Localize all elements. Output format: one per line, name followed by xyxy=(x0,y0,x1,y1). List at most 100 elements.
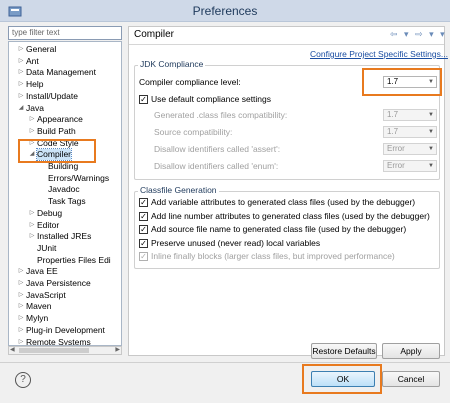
tree-item-label: Java EE xyxy=(26,266,58,277)
collapsed-icon[interactable]: ▷ xyxy=(17,56,25,67)
bottom-divider xyxy=(0,362,450,363)
jdk-setting-select[interactable]: 1.7 ▼ xyxy=(383,126,437,138)
tree-item-java-persistence[interactable]: ▷ Java Persistence xyxy=(19,278,91,289)
classfile-option-label: Preserve unused (never read) local varia… xyxy=(151,237,321,248)
scroll-thumb[interactable] xyxy=(19,348,89,353)
collapsed-icon[interactable]: ▷ xyxy=(17,266,25,277)
apply-button[interactable]: Apply xyxy=(382,343,440,359)
tree-item-label: Remote Systems xyxy=(26,336,91,346)
classfile-option-checkbox[interactable]: ✓ xyxy=(139,225,148,234)
collapsed-icon[interactable]: ▷ xyxy=(17,44,25,55)
chevron-down-icon: ▼ xyxy=(428,112,434,118)
tree-item-label: Java xyxy=(26,102,44,113)
tree-item-label: Plug-in Development xyxy=(26,324,105,335)
tree-item-ant[interactable]: ▷ Ant xyxy=(19,55,39,67)
tree-item-errors-warnings[interactable]: Errors/Warnings xyxy=(48,173,109,184)
expanded-icon[interactable]: ◢ xyxy=(17,103,25,114)
classfile-option-checkbox[interactable]: ✓ xyxy=(139,238,148,248)
tree-item-help[interactable]: ▷ Help xyxy=(19,79,44,90)
tree-item-properties-files-edi[interactable]: Properties Files Edi xyxy=(37,255,111,266)
ok-highlight xyxy=(302,364,382,394)
jdk-setting-label: Source compatibility: xyxy=(154,127,233,137)
collapsed-icon[interactable]: ▷ xyxy=(28,208,36,219)
tree-item-debug[interactable]: ▷ Debug xyxy=(30,207,63,219)
tree-item-plug-in-development[interactable]: ▷ Plug-in Development xyxy=(19,324,105,336)
collapsed-icon[interactable]: ▷ xyxy=(17,79,25,90)
tree-item-label: Appearance xyxy=(37,114,83,125)
tree-item-label: Mylyn xyxy=(26,313,49,324)
jdk-setting-select[interactable]: Error ▼ xyxy=(383,143,437,155)
tree-item-label: JavaScript xyxy=(26,289,66,300)
collapsed-icon[interactable]: ▷ xyxy=(28,220,36,231)
tree-item-appearance[interactable]: ▷ Appearance xyxy=(30,114,83,125)
collapsed-icon[interactable]: ▷ xyxy=(17,301,25,312)
tree-item-label: General xyxy=(26,44,57,54)
tree-item-junit[interactable]: JUnit xyxy=(37,243,56,254)
window-title: Preferences xyxy=(192,4,258,18)
tree-item-label: Maven xyxy=(26,301,52,312)
scroll-right-icon[interactable]: ▶ xyxy=(115,346,120,353)
jdk-setting-select[interactable]: 1.7 ▼ xyxy=(383,109,437,121)
tree-item-label: Task Tags xyxy=(48,196,86,207)
collapsed-icon[interactable]: ▷ xyxy=(17,325,25,336)
collapsed-icon[interactable]: ▷ xyxy=(17,337,25,346)
collapsed-icon[interactable]: ▷ xyxy=(17,290,25,301)
tree-item-mylyn[interactable]: ▷ Mylyn xyxy=(19,313,49,324)
tree-item-editor[interactable]: ▷ Editor xyxy=(30,219,60,231)
tree-item-data-management[interactable]: ▷ Data Management xyxy=(19,67,96,78)
tree-horizontal-scrollbar[interactable]: ◀ ▶ xyxy=(8,346,122,355)
tree-item-java[interactable]: ◢ Java xyxy=(19,102,44,114)
tree-item-task-tags[interactable]: Task Tags xyxy=(48,196,86,207)
collapsed-icon[interactable]: ▷ xyxy=(28,231,36,242)
chevron-down-icon: ▼ xyxy=(428,163,434,169)
tree-item-label: Build Path xyxy=(37,125,76,136)
use-default-checkbox[interactable]: ✓ xyxy=(139,95,148,104)
collapsed-icon[interactable]: ▷ xyxy=(17,278,25,289)
tree-item-label: Ant xyxy=(26,55,39,66)
tree-item-install-update[interactable]: ▷ Install/Update xyxy=(19,90,78,102)
tree-item-build-path[interactable]: ▷ Build Path xyxy=(30,125,76,137)
history-nav-icons[interactable]: ⇦ ▾ ⇨ ▾ ▾ xyxy=(390,29,447,40)
tree-item-general[interactable]: ▷ General xyxy=(19,44,57,55)
jdk-setting-label: Disallow identifiers called 'enum': xyxy=(154,161,279,171)
collapsed-icon[interactable]: ▷ xyxy=(17,67,25,78)
collapsed-icon[interactable]: ▷ xyxy=(28,114,36,125)
tree-item-label: Data Management xyxy=(26,67,96,78)
help-icon[interactable]: ? xyxy=(15,372,31,388)
tree-item-remote-systems[interactable]: ▷ Remote Systems xyxy=(19,336,91,346)
tree-item-label: Installed JREs xyxy=(37,231,92,242)
classfile-option-label: Add source file name to generated class … xyxy=(151,224,407,234)
jdk-compliance-label: JDK Compliance xyxy=(138,59,206,69)
restore-defaults-button[interactable]: Restore Defaults xyxy=(311,343,377,359)
tree-item-javadoc[interactable]: Javadoc xyxy=(48,184,80,195)
configure-project-link[interactable]: Configure Project Specific Settings... xyxy=(310,49,448,59)
preferences-tree[interactable]: ▷ General ▷ Ant ▷ Data Management ▷ Help ▷ Instal… xyxy=(8,41,122,346)
tree-item-javascript[interactable]: ▷ JavaScript xyxy=(19,289,66,301)
filter-input[interactable]: type filter text xyxy=(8,26,122,40)
tree-item-label: Editor xyxy=(37,219,60,230)
cancel-button[interactable]: Cancel xyxy=(382,371,440,387)
tree-item-label: Javadoc xyxy=(48,184,80,195)
scroll-left-icon[interactable]: ◀ xyxy=(10,346,15,353)
title-divider xyxy=(129,44,444,45)
tree-item-label: Help xyxy=(26,79,44,90)
jdk-setting-label: Generated .class files compatibility: xyxy=(154,110,288,120)
tree-item-label: Properties Files Edi xyxy=(37,254,111,265)
use-default-label: Use default compliance settings xyxy=(151,94,272,104)
collapsed-icon[interactable]: ▷ xyxy=(28,126,36,137)
chevron-down-icon: ▼ xyxy=(428,129,434,135)
tree-item-installed-jres[interactable]: ▷ Installed JREs xyxy=(30,231,92,242)
collapsed-icon[interactable]: ▷ xyxy=(17,91,25,102)
tree-item-label: Debug xyxy=(37,207,63,218)
classfile-option-checkbox[interactable]: ✓ xyxy=(139,211,148,221)
classfile-option-checkbox[interactable]: ✓ xyxy=(139,198,148,207)
collapsed-icon[interactable]: ▷ xyxy=(17,313,25,324)
tree-item-maven[interactable]: ▷ Maven xyxy=(19,301,52,312)
classfile-option-checkbox[interactable]: ✓ xyxy=(139,252,148,261)
page-title: Compiler xyxy=(134,29,175,40)
tree-item-label: Install/Update xyxy=(26,90,78,101)
classfile-option-label: Add line number attributes to generated … xyxy=(151,210,430,221)
jdk-setting-select[interactable]: Error ▼ xyxy=(383,160,437,172)
tree-item-java-ee[interactable]: ▷ Java EE xyxy=(19,266,58,277)
compliance-highlight xyxy=(362,68,442,96)
